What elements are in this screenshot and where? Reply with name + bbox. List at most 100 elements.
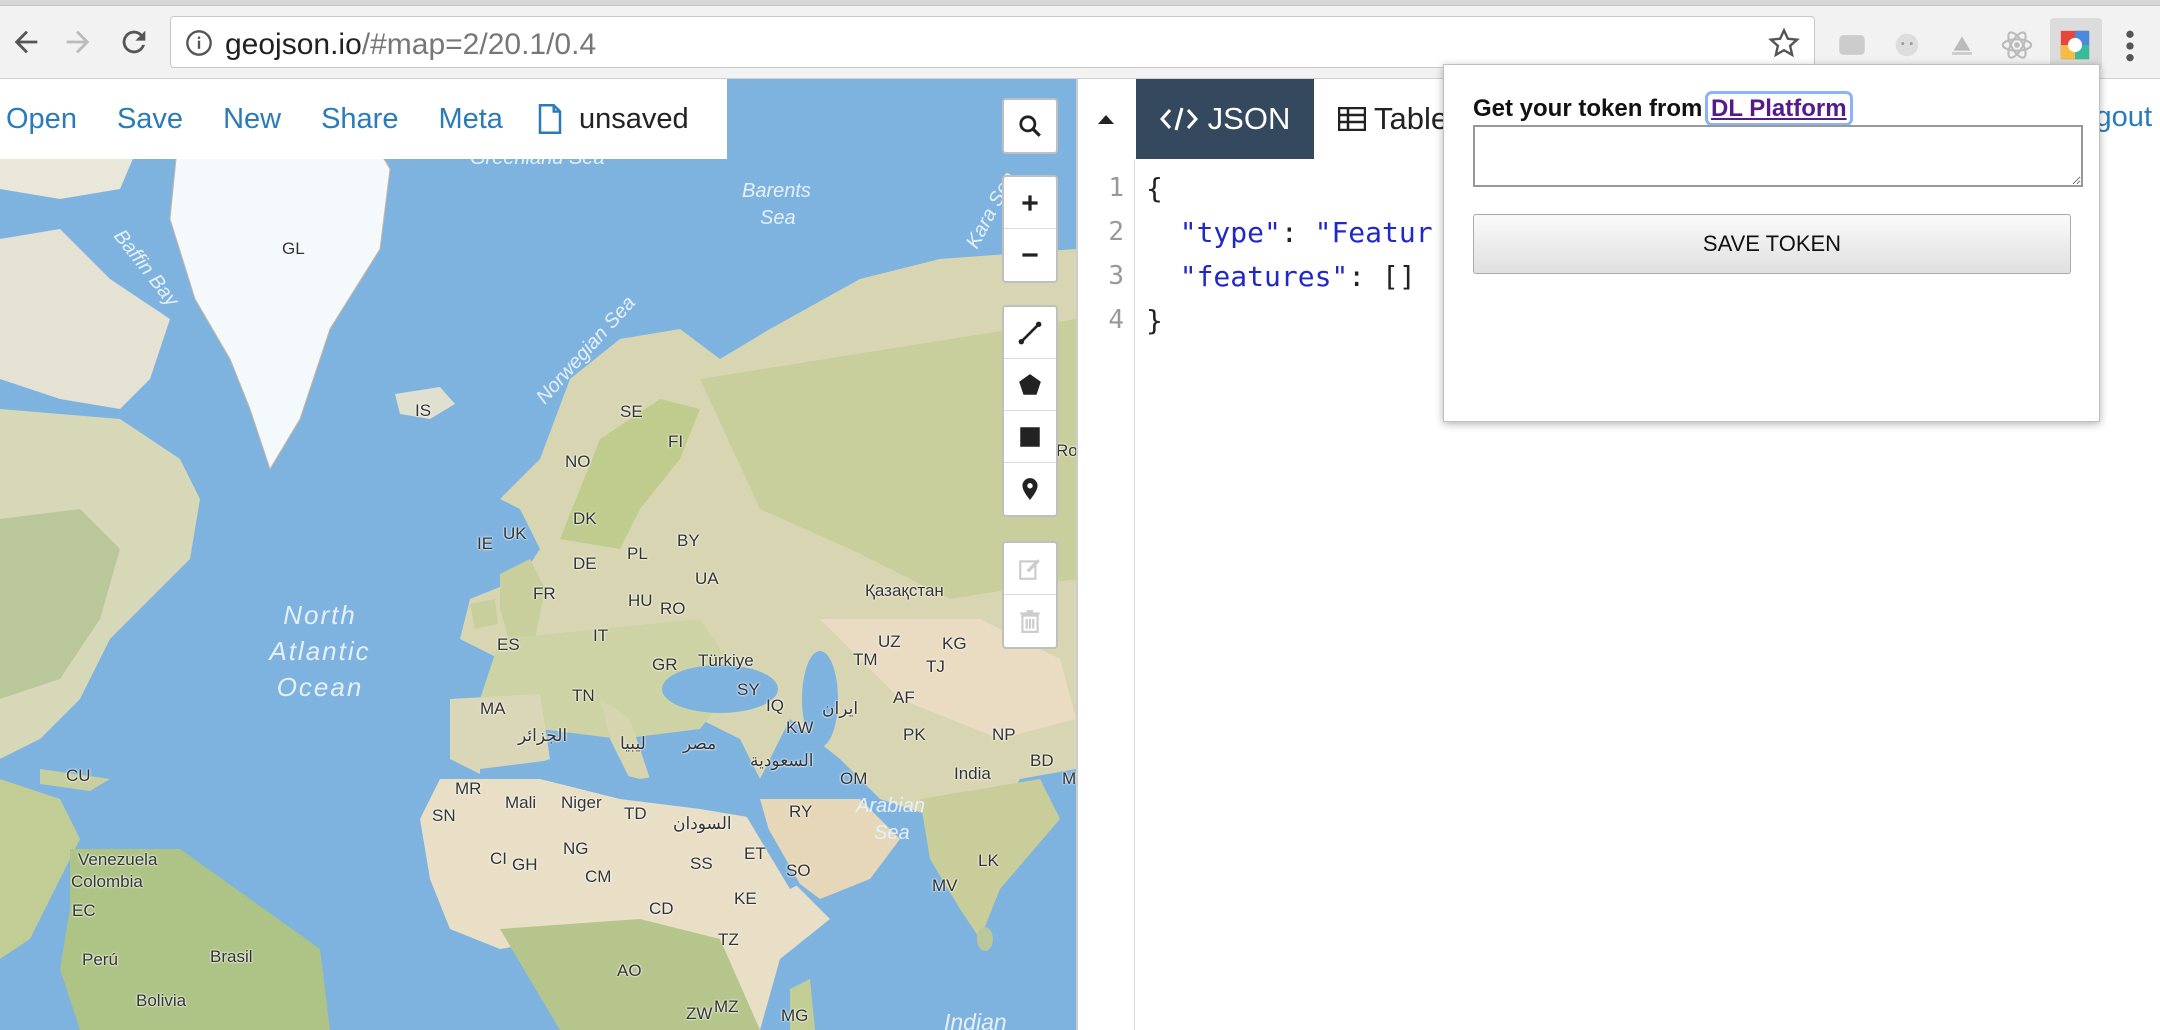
- edit-toolbar: [1002, 541, 1058, 649]
- line-number: 4: [1108, 305, 1124, 335]
- map[interactable]: GL IS SE FI NO DK IE UK BY PL DE UA FR H…: [0, 79, 1076, 1030]
- zoom-control: [1002, 175, 1058, 283]
- polyline-icon: [1018, 321, 1042, 344]
- line-number: 3: [1108, 261, 1124, 291]
- map-label-br: Brasil: [210, 947, 253, 966]
- map-label-ci: CI: [490, 849, 507, 868]
- map-label-gr: GR: [652, 655, 678, 674]
- forward-arrow-icon: [66, 30, 90, 54]
- minus-icon: [1022, 253, 1038, 257]
- save-token-button[interactable]: SAVE TOKEN: [1473, 214, 2071, 274]
- map-label-om: OM: [840, 769, 868, 788]
- file-status-label: unsaved: [578, 102, 689, 135]
- sea-label-arabian-2: Sea: [874, 822, 910, 844]
- map-search-control: [1002, 98, 1058, 154]
- ocean-line-3: Ocean: [276, 672, 364, 702]
- code-line-3: "features": []: [1146, 255, 1416, 299]
- ocean-line-2: Atlantic: [269, 636, 371, 666]
- map-label-bd: BD: [1030, 751, 1054, 770]
- back-arrow-icon: [14, 30, 38, 54]
- draw-marker-button[interactable]: [1004, 463, 1056, 515]
- token-prompt: Get your token from DL Platform: [1473, 91, 1853, 126]
- draw-line-button[interactable]: [1004, 307, 1056, 359]
- address-bar[interactable]: geojson.io/#map=2/20.1/0.4: [170, 16, 1815, 68]
- map-label-ao: AO: [617, 961, 642, 980]
- extension-3-icon[interactable]: [1945, 28, 1979, 62]
- back-button[interactable]: [4, 20, 48, 64]
- info-icon[interactable]: [185, 29, 213, 57]
- collapse-pane-button[interactable]: [1078, 79, 1134, 159]
- search-icon: [1019, 115, 1041, 137]
- draw-toolbar: [1002, 305, 1058, 517]
- map-label-ec: EC: [72, 901, 96, 920]
- forward-button[interactable]: [56, 20, 100, 64]
- edit-layers-button[interactable]: [1004, 543, 1056, 595]
- token-prompt-text: Get your token from: [1473, 95, 1703, 122]
- map-label-bo: Bolivia: [136, 991, 187, 1010]
- menu-open[interactable]: Open: [6, 103, 77, 136]
- map-label-np: NP: [992, 725, 1016, 744]
- map-label-hu: HU: [628, 591, 653, 610]
- code-line-4: }: [1146, 304, 1163, 337]
- json-key-type: "type": [1179, 216, 1281, 249]
- map-label-pk: PK: [903, 725, 926, 744]
- sea-label-barents-1: Barents: [742, 180, 811, 202]
- extension-1-icon[interactable]: [1835, 28, 1869, 62]
- map-label-gh: GH: [512, 855, 538, 874]
- json-value-type: "Featur: [1314, 216, 1433, 249]
- map-label-cd: CD: [649, 899, 674, 918]
- ocean-label-north-atlantic: North Atlantic Ocean: [250, 597, 390, 705]
- menu-new[interactable]: New: [223, 103, 281, 136]
- map-label-de: DE: [573, 554, 597, 573]
- draw-polygon-button[interactable]: [1004, 359, 1056, 411]
- bookmark-star-icon[interactable]: [1768, 27, 1800, 59]
- json-features-value: : []: [1348, 260, 1416, 293]
- file-status[interactable]: unsaved: [537, 103, 689, 136]
- map-label-mg: MG: [781, 1006, 809, 1025]
- rectangle-icon: [1020, 426, 1040, 447]
- map-label-no: NO: [565, 452, 591, 471]
- reload-button[interactable]: [112, 20, 156, 64]
- line-number: 1: [1108, 173, 1124, 203]
- map-label-kg: KG: [942, 634, 967, 653]
- tab-json[interactable]: JSON: [1136, 79, 1314, 159]
- token-input[interactable]: [1473, 125, 2083, 187]
- map-label-tm: TM: [853, 650, 878, 669]
- draw-rectangle-button[interactable]: [1004, 411, 1056, 463]
- map-search-button[interactable]: [1004, 100, 1056, 152]
- trash-icon: [1020, 610, 1040, 633]
- sea-label-barents-2: Sea: [760, 207, 796, 229]
- map-label-uz: UZ: [878, 632, 901, 651]
- map-label-ng: NG: [563, 839, 589, 858]
- marker-icon: [1022, 478, 1038, 500]
- map-label-ke: KE: [734, 889, 757, 908]
- map-label-zw: ZW: [686, 1004, 713, 1023]
- map-label-ne: Niger: [561, 793, 602, 812]
- map-label-kw: KW: [786, 718, 814, 737]
- tab-json-label: JSON: [1207, 101, 1291, 136]
- browser-menu-icon[interactable]: [2120, 26, 2140, 66]
- zoom-in-button[interactable]: [1004, 177, 1056, 229]
- menu-meta[interactable]: Meta: [438, 103, 502, 136]
- map-label-mz: MZ: [714, 997, 739, 1016]
- map-label-ir: ایران: [822, 699, 859, 718]
- line-number-gutter: 1 2 3 4: [1078, 159, 1135, 1030]
- map-label-m: M: [1062, 769, 1076, 788]
- dl-platform-extension-icon[interactable]: [2058, 28, 2092, 62]
- tab-table-label: Table: [1374, 101, 1449, 136]
- plus-icon: [1022, 194, 1038, 211]
- json-key-features: "features": [1179, 260, 1349, 293]
- caret-up-icon: [1098, 115, 1114, 124]
- zoom-out-button[interactable]: [1004, 229, 1056, 281]
- map-label-fi: FI: [668, 432, 684, 451]
- code-line-2: "type": "Featur: [1146, 211, 1433, 255]
- menu-save[interactable]: Save: [117, 103, 183, 136]
- react-devtools-icon[interactable]: [2000, 28, 2034, 62]
- extension-2-icon[interactable]: [1890, 28, 1924, 62]
- menu-share[interactable]: Share: [321, 103, 398, 136]
- delete-layers-button[interactable]: [1004, 595, 1056, 647]
- map-label-ve: Venezuela: [78, 850, 158, 869]
- map-label-td: TD: [624, 804, 647, 823]
- dl-platform-link[interactable]: DL Platform: [1705, 91, 1853, 126]
- map-label-tn: TN: [572, 686, 595, 705]
